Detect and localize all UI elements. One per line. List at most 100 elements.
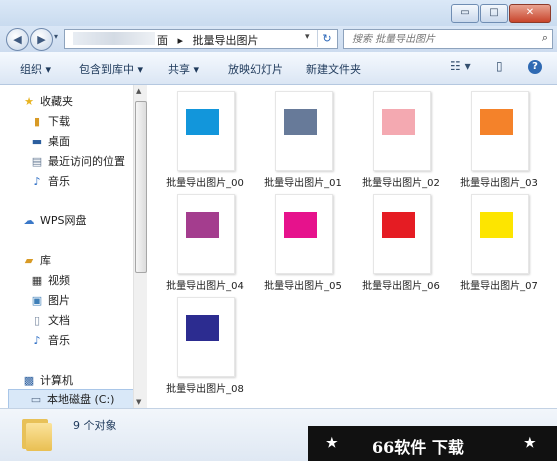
pictures-icon: ▣ [31,294,43,307]
breadcrumb-prefix[interactable]: 面 [157,34,168,47]
window-controls: ▭ □ ✕ [451,4,551,23]
image-thumbnail[interactable] [471,91,529,171]
search-box[interactable]: ⌕ [343,29,553,49]
color-swatch [186,109,219,135]
nav-music-label: 音乐 [48,175,70,188]
nav-downloads-label: 下载 [48,115,70,128]
color-swatch [382,212,415,238]
image-thumbnail[interactable] [373,91,431,171]
nav-music[interactable]: ♪ 音乐 [30,173,70,189]
forward-button[interactable]: ▶ [30,28,53,51]
nav-recent[interactable]: ▤ 最近访问的位置 [30,153,125,169]
nav-favorites[interactable]: ★ 收藏夹 [22,93,73,109]
recent-places-icon: ▤ [31,155,43,168]
file-name[interactable]: 批量导出图片_00 [159,174,251,189]
nav-local-disk[interactable]: ▭ 本地磁盘 (C:) [8,389,146,408]
back-arrow-icon: ◀ [13,33,22,46]
file-name[interactable]: 批量导出图片_05 [257,277,349,292]
nav-videos[interactable]: ▦ 视频 [30,272,70,288]
star-icon: ★ [524,436,536,451]
file-name[interactable]: 批量导出图片_01 [257,174,349,189]
recent-pages-dropdown[interactable]: ▾ [54,32,58,41]
address-row: ◀ ▶ ▾ 面 ▸ 批量导出图片 ▾ ↻ ⌕ [0,26,557,52]
search-icon[interactable]: ⌕ [542,31,548,45]
nav-local-disk-label: 本地磁盘 (C:) [47,393,115,406]
nav-computer[interactable]: ▩ 计算机 [22,372,73,388]
organize-button[interactable]: 组织 ▾ [20,61,51,77]
minimize-button[interactable]: ▭ [451,4,479,23]
close-button[interactable]: ✕ [509,4,551,23]
image-thumbnail[interactable] [177,194,235,274]
breadcrumb-separator-icon[interactable]: ▸ [178,34,184,47]
cloud-icon: ☁ [23,214,35,227]
file-name[interactable]: 批量导出图片_04 [159,277,251,292]
file-name[interactable]: 批量导出图片_07 [453,277,545,292]
watermark-text: 66软件 下载 [372,438,464,457]
nav-library[interactable]: ▰ 库 [22,252,51,268]
file-name[interactable]: 批量导出图片_02 [355,174,447,189]
slideshow-button[interactable]: 放映幻灯片 [228,61,283,77]
color-swatch [382,109,415,135]
file-name[interactable]: 批量导出图片_06 [355,277,447,292]
scroll-up-icon[interactable]: ▲ [136,87,141,95]
nav-favorites-label: 收藏夹 [40,95,73,108]
search-input[interactable] [350,30,524,48]
watermark-banner: ★ 66软件 下载 ★ [308,426,557,461]
computer-icon: ▩ [23,374,35,387]
nav-computer-label: 计算机 [40,374,73,387]
breadcrumb-current-folder[interactable]: 批量导出图片 [193,34,259,47]
star-icon: ★ [326,436,338,451]
refresh-icon[interactable]: ↻ [317,30,336,47]
nav-downloads[interactable]: ▮ 下载 [30,113,70,129]
blurred-path [73,32,155,45]
breadcrumb: 面 ▸ 批量导出图片 [157,32,259,48]
star-icon: ★ [24,95,34,108]
color-swatch [480,212,513,238]
nav-pictures[interactable]: ▣ 图片 [30,292,70,308]
nav-recent-label: 最近访问的位置 [48,155,125,168]
address-box[interactable]: 面 ▸ 批量导出图片 ▾ ↻ [64,29,338,49]
image-thumbnail[interactable] [177,91,235,171]
image-thumbnail[interactable] [471,194,529,274]
music-note-icon: ♪ [33,175,41,188]
disk-icon: ▭ [30,393,42,406]
nav-desktop-label: 桌面 [48,135,70,148]
view-options-icon[interactable]: ☷ ▾ [450,59,471,73]
library-icon: ▰ [24,254,34,267]
nav-scrollbar[interactable]: ▲ ▼ [133,85,147,408]
folder-icon [22,415,52,451]
image-thumbnail[interactable] [275,194,333,274]
address-dropdown-icon[interactable]: ▾ [305,32,310,42]
document-icon: ▯ [33,314,41,327]
new-folder-button[interactable]: 新建文件夹 [306,61,361,77]
include-in-library-button[interactable]: 包含到库中 ▾ [79,61,143,77]
nav-library-music-label: 音乐 [48,334,70,347]
nav-pictures-label: 图片 [48,294,70,307]
back-button[interactable]: ◀ [6,28,29,51]
scrollbar-thumb[interactable] [135,101,147,273]
image-thumbnail[interactable] [177,297,235,377]
share-button[interactable]: 共享 ▾ [168,61,199,77]
preview-pane-icon[interactable]: ▯ [496,59,503,73]
desktop-icon: ▬ [31,135,43,148]
color-swatch [186,212,219,238]
file-name[interactable]: 批量导出图片_08 [159,380,251,395]
forward-arrow-icon: ▶ [37,33,46,46]
nav-desktop[interactable]: ▬ 桌面 [30,133,70,149]
color-swatch [284,212,317,238]
image-thumbnail[interactable] [275,91,333,171]
nav-library-label: 库 [40,254,51,267]
file-name[interactable]: 批量导出图片_03 [453,174,545,189]
nav-library-music[interactable]: ♪ 音乐 [30,332,70,348]
video-icon: ▦ [31,274,43,287]
scroll-down-icon[interactable]: ▼ [136,398,141,406]
image-thumbnail[interactable] [373,194,431,274]
help-icon[interactable]: ? [528,60,542,74]
color-swatch [186,315,219,341]
details-pane: 9 个对象 ★ 66软件 下载 ★ [0,408,557,461]
nav-documents[interactable]: ▯ 文档 [30,312,70,328]
title-bar: ▭ □ ✕ [0,0,557,26]
nav-wps-drive[interactable]: ☁ WPS网盘 [22,212,87,228]
maximize-button[interactable]: □ [480,4,508,23]
command-bar: 组织 ▾ 包含到库中 ▾ 共享 ▾ 放映幻灯片 新建文件夹 ☷ ▾ ▯ ? [0,52,557,85]
